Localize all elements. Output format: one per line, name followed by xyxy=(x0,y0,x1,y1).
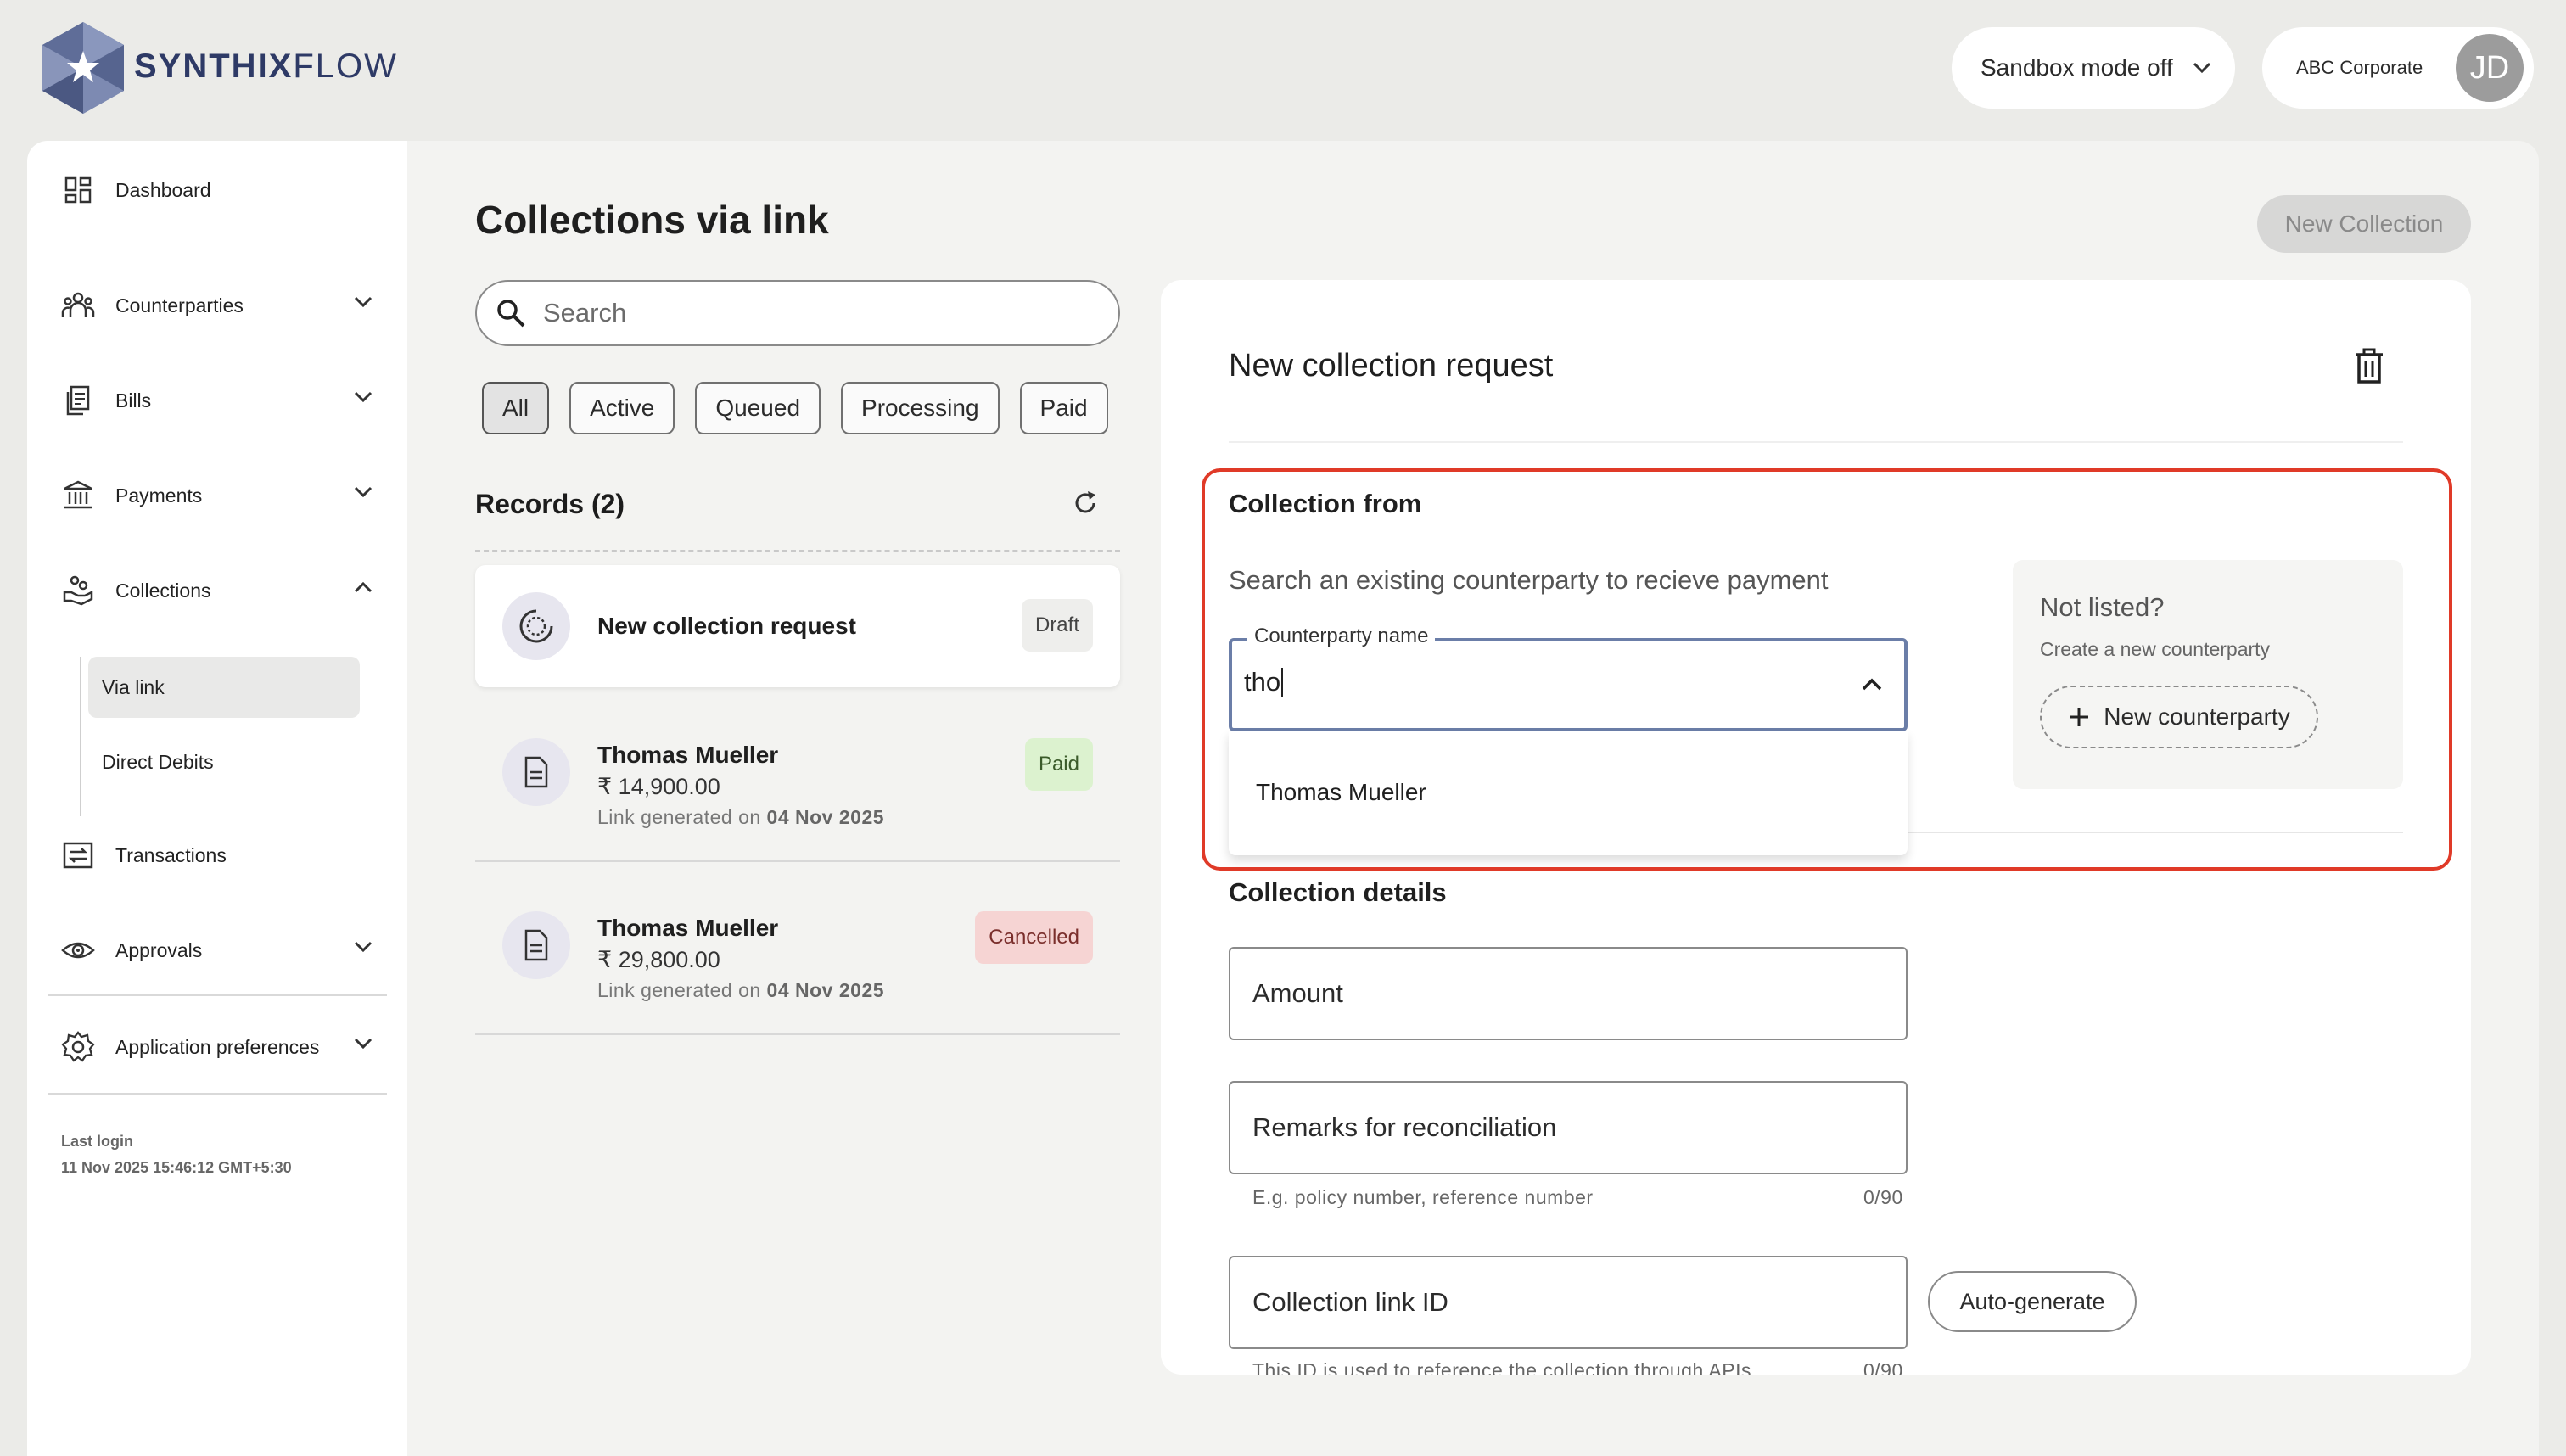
sidebar-item-collections[interactable]: Collections xyxy=(61,565,384,616)
record-amount: ₹ 29,800.00 xyxy=(597,947,720,972)
submenu-line xyxy=(80,657,81,816)
highlight-box xyxy=(1202,468,2452,871)
hexagon-star-logo xyxy=(39,20,127,115)
avatar[interactable]: JD xyxy=(2456,34,2524,102)
page-title: Collections via link xyxy=(475,198,829,242)
search-bar xyxy=(475,280,1120,346)
sidebar-item-label: Payments xyxy=(115,484,203,507)
record-divider xyxy=(475,1033,1120,1035)
filter-chip-processing[interactable]: Processing xyxy=(841,382,1000,434)
form-divider xyxy=(1229,441,2403,443)
remarks-count: 0/90 xyxy=(1863,1186,1903,1208)
sandbox-mode-dropdown[interactable]: Sandbox mode off xyxy=(1952,27,2235,109)
refresh-icon[interactable] xyxy=(1071,489,1100,518)
sidebar-item-payments[interactable]: Payments xyxy=(61,470,384,521)
sidebar-item-transactions[interactable]: Transactions xyxy=(61,830,384,881)
sandbox-mode-label: Sandbox mode off xyxy=(1981,54,2173,81)
record-divider xyxy=(475,860,1120,862)
sidebar-subitem-direct-debits[interactable]: Direct Debits xyxy=(88,731,360,792)
filter-chip-queued[interactable]: Queued xyxy=(695,382,821,434)
generated-date: 04 Nov 2025 xyxy=(766,979,885,1001)
remarks-hint: E.g. policy number, reference number xyxy=(1252,1186,1594,1208)
status-badge: Paid xyxy=(1024,738,1093,791)
sidebar-item-approvals[interactable]: Approvals xyxy=(61,925,384,976)
chevron-down-icon xyxy=(354,1038,373,1050)
search-icon xyxy=(497,300,525,328)
sidebar: Dashboard Counterparties Bills Payments … xyxy=(27,141,407,1456)
sidebar-divider xyxy=(48,1093,387,1095)
chevron-down-icon xyxy=(354,296,373,308)
sidebar-item-label: Bills xyxy=(115,389,152,412)
collection-link-id-field[interactable]: Collection link ID xyxy=(1229,1256,1908,1349)
sidebar-item-dashboard[interactable]: Dashboard xyxy=(61,165,384,216)
last-login-value: 11 Nov 2025 15:46:12 GMT+5:30 xyxy=(61,1159,292,1176)
generated-prefix: Link generated on xyxy=(597,979,761,1001)
link-id-hint: This ID is used to reference the collect… xyxy=(1252,1359,1751,1375)
new-collection-button[interactable]: New Collection xyxy=(2257,195,2471,253)
sidebar-subitem-via-link[interactable]: Via link xyxy=(88,657,360,718)
record-generated: Link generated on 04 Nov 2025 xyxy=(597,806,884,829)
form-title: New collection request xyxy=(1229,348,1554,384)
grid-icon xyxy=(64,176,92,204)
auto-generate-button[interactable]: Auto-generate xyxy=(1928,1271,2137,1332)
last-login-label: Last login xyxy=(61,1133,133,1150)
record-item[interactable]: Thomas Mueller ₹ 29,800.00 Link generate… xyxy=(475,893,1120,1037)
exchange-icon xyxy=(63,842,93,869)
record-name: Thomas Mueller xyxy=(597,742,779,768)
link-id-count: 0/90 xyxy=(1863,1359,1903,1375)
record-name: Thomas Mueller xyxy=(597,915,779,941)
record-item[interactable]: Thomas Mueller ₹ 14,900.00 Link generate… xyxy=(475,720,1120,864)
sidebar-item-label: Transactions xyxy=(115,843,227,866)
chevron-down-icon xyxy=(354,391,373,403)
chevron-down-icon xyxy=(354,486,373,498)
document-icon xyxy=(502,738,570,806)
sidebar-item-label: Counterparties xyxy=(115,294,244,316)
sidebar-divider xyxy=(48,994,387,996)
gear-icon xyxy=(61,1031,95,1062)
status-badge: Draft xyxy=(1021,599,1093,652)
sidebar-item-counterparties[interactable]: Counterparties xyxy=(61,280,384,331)
people-icon xyxy=(61,292,95,317)
amount-field[interactable]: Amount xyxy=(1229,947,1908,1040)
brand-name-light: FLOW xyxy=(293,48,398,85)
records-title: Records (2) xyxy=(475,489,625,519)
draft-spinner-icon xyxy=(502,592,570,660)
collection-details-title: Collection details xyxy=(1229,877,1447,907)
brand-name-bold: SYNTHIX xyxy=(134,48,294,85)
sidebar-item-label: Approvals xyxy=(115,938,203,961)
record-generated: Link generated on 04 Nov 2025 xyxy=(597,979,884,1002)
filter-chip-all[interactable]: All xyxy=(482,382,550,434)
link-id-hint-clip: This ID is used to reference the collect… xyxy=(1161,1358,2471,1375)
record-amount: ₹ 14,900.00 xyxy=(597,774,720,799)
sidebar-item-app-preferences[interactable]: Application preferences xyxy=(61,1022,384,1072)
chevron-down-icon xyxy=(2193,62,2210,74)
record-name: New collection request xyxy=(597,613,856,639)
eye-icon xyxy=(61,942,95,959)
chevron-up-icon xyxy=(354,581,373,593)
sidebar-item-label: Application preferences xyxy=(115,1035,320,1058)
generated-date: 04 Nov 2025 xyxy=(766,806,885,828)
sidebar-item-bills[interactable]: Bills xyxy=(61,375,384,426)
hand-coins-icon xyxy=(63,575,93,606)
sidebar-item-label: Dashboard xyxy=(115,178,211,201)
account-switcher[interactable]: ABC Corporate JD xyxy=(2262,27,2534,109)
filter-chips: All Active Queued Processing Paid xyxy=(482,382,1108,434)
sidebar-item-label: Collections xyxy=(115,579,211,602)
status-badge: Cancelled xyxy=(975,911,1093,964)
bank-icon xyxy=(64,480,92,509)
search-input[interactable] xyxy=(543,298,1086,328)
account-name: ABC Corporate xyxy=(2296,57,2423,78)
remarks-field[interactable]: Remarks for reconciliation xyxy=(1229,1081,1908,1174)
filter-chip-active[interactable]: Active xyxy=(569,382,675,434)
records-divider xyxy=(475,550,1120,552)
record-item-draft[interactable]: New collection request Draft xyxy=(475,565,1120,687)
trash-icon[interactable] xyxy=(2352,348,2386,385)
chevron-down-icon xyxy=(354,941,373,953)
documents-icon xyxy=(66,385,90,416)
filter-chip-paid[interactable]: Paid xyxy=(1019,382,1108,434)
last-login: Last login 11 Nov 2025 15:46:12 GMT+5:30 xyxy=(61,1128,292,1181)
generated-prefix: Link generated on xyxy=(597,806,761,828)
brand-name: SYNTHIX FLOW xyxy=(134,48,398,86)
document-icon xyxy=(502,911,570,979)
